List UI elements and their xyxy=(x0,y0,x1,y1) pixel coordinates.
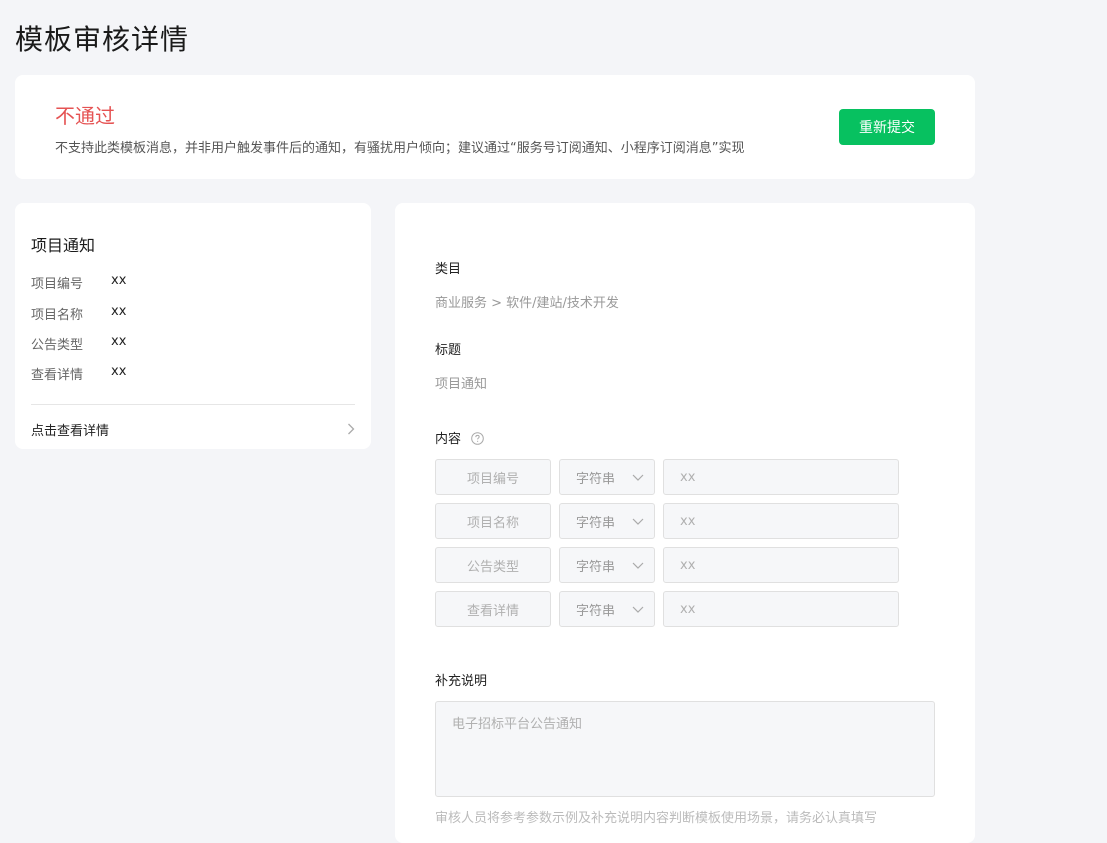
field-value-input[interactable]: xx xyxy=(663,503,899,539)
preview-title: 项目通知 xyxy=(31,236,96,255)
status-title: 不通过 xyxy=(55,104,115,128)
field-value-input[interactable]: xx xyxy=(663,459,899,495)
preview-row: 公告类型 xx xyxy=(31,334,126,353)
preview-row: 项目编号 xx xyxy=(31,273,126,292)
review-status-card: 不通过 不支持此类模板消息，并非用户触发事件后的通知，有骚扰用户倾向；建议通过“… xyxy=(15,75,975,179)
template-detail-card: 类目 商业服务 > 软件/建站/技术开发 标题 项目通知 内容 项目编号 字符串… xyxy=(395,203,975,843)
field-value-input[interactable]: xx xyxy=(663,547,899,583)
chevron-down-icon xyxy=(632,518,644,525)
chevron-down-icon xyxy=(632,606,644,613)
title-value: 项目通知 xyxy=(435,377,488,392)
page-title: 模板审核详情 xyxy=(15,23,190,56)
preview-row-key: 项目编号 xyxy=(31,277,84,292)
field-name-input[interactable]: 公告类型 xyxy=(435,547,551,583)
field-type-select[interactable]: 字符串 xyxy=(559,459,655,495)
chevron-down-icon xyxy=(632,474,644,481)
field-type-value: 字符串 xyxy=(576,515,616,531)
resubmit-button[interactable]: 重新提交 xyxy=(839,109,935,145)
supplement-textarea[interactable]: 电子招标平台公告通知 xyxy=(435,701,935,797)
field-value-input[interactable]: xx xyxy=(663,591,899,627)
field-type-value: 字符串 xyxy=(576,471,616,487)
preview-row-value: xx xyxy=(111,304,127,319)
preview-divider xyxy=(31,404,355,405)
preview-row-value: xx xyxy=(111,364,127,379)
chevron-right-icon xyxy=(348,423,355,435)
field-name-input[interactable]: 查看详情 xyxy=(435,591,551,627)
content-label-wrap: 内容 xyxy=(435,428,484,447)
view-details-link[interactable]: 点击查看详情 xyxy=(31,418,355,440)
field-name-input[interactable]: 项目编号 xyxy=(435,459,551,495)
preview-row-key: 查看详情 xyxy=(31,368,84,383)
preview-row-value: xx xyxy=(111,273,127,288)
chevron-down-icon xyxy=(632,562,644,569)
content-field-row: 项目名称 字符串 xx xyxy=(435,503,899,539)
field-type-select[interactable]: 字符串 xyxy=(559,503,655,539)
status-description: 不支持此类模板消息，并非用户触发事件后的通知，有骚扰用户倾向；建议通过“服务号订… xyxy=(55,141,745,156)
content-field-row: 查看详情 字符串 xx xyxy=(435,591,899,627)
preview-row-value: xx xyxy=(111,334,127,349)
title-label: 标题 xyxy=(435,343,462,358)
preview-row-key: 公告类型 xyxy=(31,338,84,353)
category-value: 商业服务 > 软件/建站/技术开发 xyxy=(435,296,619,311)
review-footnote: 审核人员将参考参数示例及补充说明内容判断模板使用场景，请务必认真填写 xyxy=(435,811,878,826)
category-label: 类目 xyxy=(435,262,462,277)
question-circle-icon[interactable] xyxy=(471,432,484,445)
content-field-row: 公告类型 字符串 xx xyxy=(435,547,899,583)
preview-row: 项目名称 xx xyxy=(31,304,126,323)
field-type-value: 字符串 xyxy=(576,559,616,575)
supplement-label: 补充说明 xyxy=(435,674,488,689)
template-preview-card: 项目通知 项目编号 xx 项目名称 xx 公告类型 xx 查看详情 xx 点击查… xyxy=(15,203,371,449)
view-details-label: 点击查看详情 xyxy=(31,423,110,439)
content-label: 内容 xyxy=(435,432,462,447)
field-name-input[interactable]: 项目名称 xyxy=(435,503,551,539)
preview-row-key: 项目名称 xyxy=(31,308,84,323)
content-field-row: 项目编号 字符串 xx xyxy=(435,459,899,495)
field-type-select[interactable]: 字符串 xyxy=(559,591,655,627)
field-type-value: 字符串 xyxy=(576,603,616,619)
field-type-select[interactable]: 字符串 xyxy=(559,547,655,583)
preview-row: 查看详情 xx xyxy=(31,364,126,383)
